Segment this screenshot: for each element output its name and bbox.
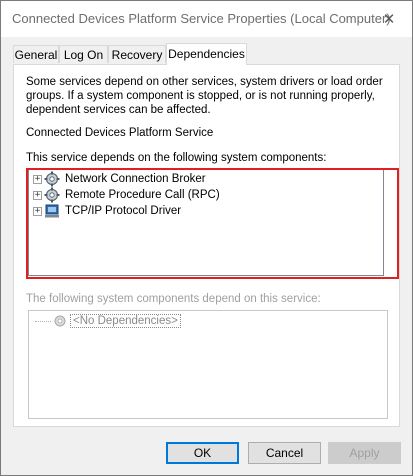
depends-on-label: This service depends on the following sy…	[26, 152, 327, 164]
no-dependencies-label: <No Dependencies>	[70, 314, 181, 328]
close-icon: ✕	[382, 11, 396, 28]
expand-icon[interactable]: +	[33, 174, 42, 184]
window-title: Connected Devices Platform Service Prope…	[12, 11, 391, 26]
properties-dialog: Connected Devices Platform Service Prope…	[0, 0, 413, 476]
driver-icon	[45, 204, 59, 218]
cancel-button[interactable]: Cancel	[248, 442, 321, 464]
tree-item-label: TCP/IP Protocol Driver	[65, 205, 182, 217]
dependencies-panel: Some services depend on other services, …	[13, 64, 400, 427]
tree-connector	[35, 320, 51, 322]
ok-button[interactable]: OK	[166, 442, 239, 464]
tree-item-remote-procedure-call[interactable]: + Remote Procedure Call (RPC)	[33, 187, 220, 203]
service-name: Connected Devices Platform Service	[26, 127, 214, 139]
apply-button[interactable]: Apply	[328, 442, 401, 464]
gear-service-icon	[54, 315, 66, 327]
dependents-label: The following system components depend o…	[26, 293, 321, 305]
tree-item-label: Network Connection Broker	[65, 173, 206, 185]
close-button[interactable]: ✕	[366, 1, 412, 37]
depends-on-tree[interactable]: + Network Connection Broker + Remote Pro…	[28, 168, 384, 276]
tree-item-tcpip-protocol-driver[interactable]: + TCP/IP Protocol Driver	[33, 203, 181, 219]
tab-log-on[interactable]: Log On	[59, 45, 108, 63]
tab-dependencies[interactable]: Dependencies	[166, 43, 247, 65]
no-dependencies-item: <No Dependencies>	[35, 314, 181, 328]
tab-recovery[interactable]: Recovery	[108, 45, 166, 63]
tree-item-label: Remote Procedure Call (RPC)	[65, 189, 220, 201]
gear-service-icon	[44, 171, 60, 187]
gear-service-icon	[44, 187, 60, 203]
description-text: Some services depend on other services, …	[26, 76, 383, 116]
tab-general[interactable]: General	[13, 45, 59, 63]
title-bar: Connected Devices Platform Service Prope…	[1, 1, 412, 37]
expand-icon[interactable]: +	[33, 190, 42, 200]
expand-icon[interactable]: +	[33, 206, 42, 216]
tree-item-network-connection-broker[interactable]: + Network Connection Broker	[33, 171, 206, 187]
dependents-tree[interactable]: <No Dependencies>	[28, 310, 388, 419]
